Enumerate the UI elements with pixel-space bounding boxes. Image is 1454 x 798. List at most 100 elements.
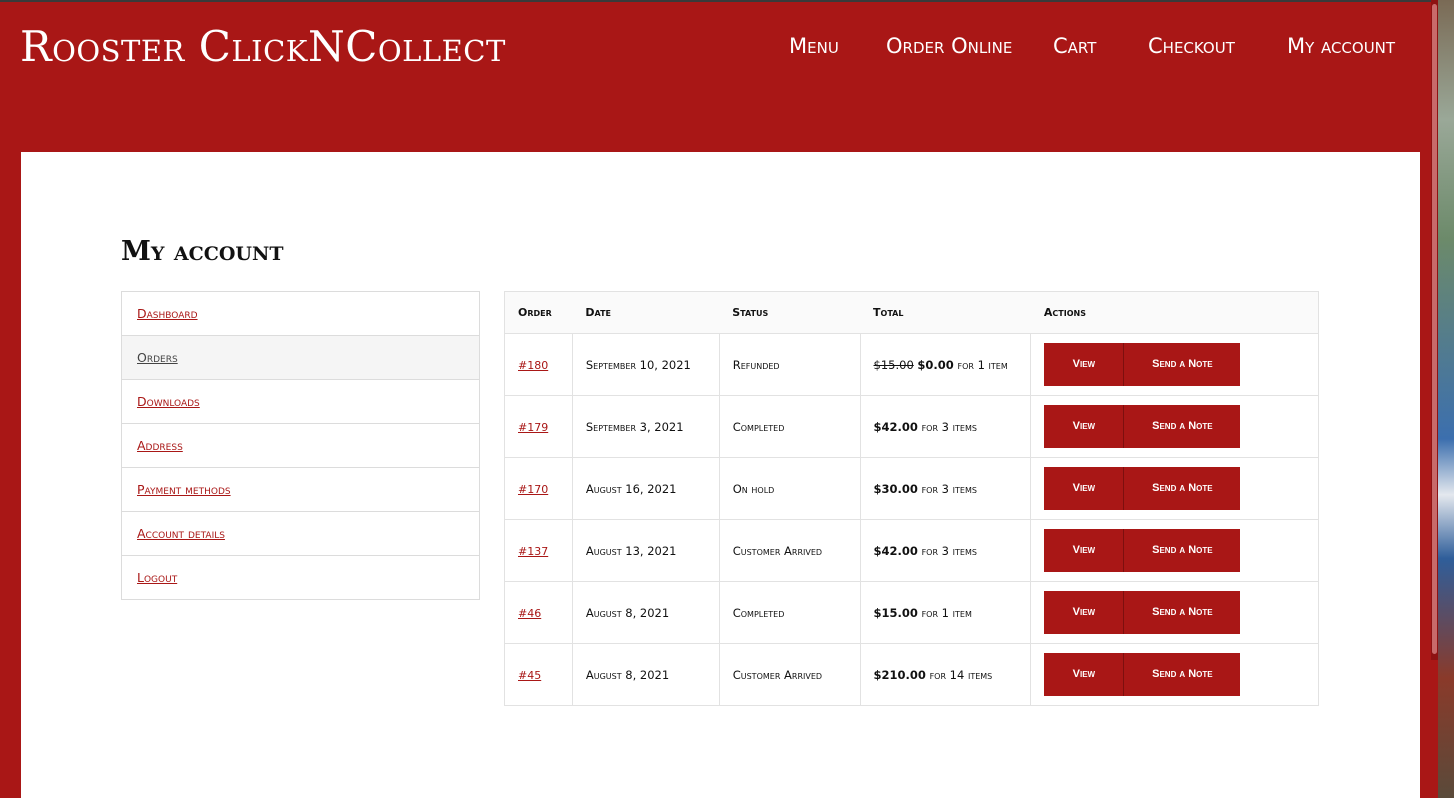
view-order-button[interactable]: View (1044, 591, 1124, 634)
column-header-total: Total (860, 291, 1031, 334)
nav-my-account[interactable]: My account (1287, 34, 1395, 58)
order-status: Customer Arrived (719, 643, 861, 706)
view-order-button[interactable]: View (1044, 529, 1124, 572)
column-header-status: Status (719, 291, 861, 334)
order-status: Completed (719, 395, 861, 458)
order-total: $15.00 (873, 605, 918, 620)
main-content: My account Dashboard Orders Downloads Ad… (21, 152, 1420, 798)
order-number-cell: #180 (504, 333, 573, 396)
order-number-cell: #137 (504, 519, 573, 582)
order-total: $0.00 (917, 357, 954, 372)
send-note-button[interactable]: Send a Note (1123, 591, 1241, 634)
order-actions-cell: View Send a Note (1030, 395, 1319, 458)
original-total: $15.00 (873, 357, 914, 372)
sidebar-item-downloads: Downloads (122, 380, 479, 424)
sidebar-link-orders[interactable]: Orders (137, 350, 178, 365)
sidebar-link-account-details[interactable]: Account details (137, 526, 225, 541)
sidebar-item-orders: Orders (122, 336, 479, 380)
sidebar-link-logout[interactable]: Logout (137, 570, 177, 585)
order-item-count: for 3 items (921, 543, 977, 558)
sidebar-item-payment-methods: Payment methods (122, 468, 479, 512)
order-actions-cell: View Send a Note (1030, 581, 1319, 644)
order-item-count: for 1 item (957, 357, 1008, 372)
order-actions-cell: View Send a Note (1030, 643, 1319, 706)
view-order-button[interactable]: View (1044, 343, 1124, 386)
order-link[interactable]: #170 (518, 483, 548, 496)
sidebar-item-account-details: Account details (122, 512, 479, 556)
account-navigation: Dashboard Orders Downloads Address Payme… (121, 291, 480, 600)
background-image-edge (1438, 0, 1454, 798)
order-item-count: for 14 items (929, 667, 993, 682)
order-total-cell: $15.00 $0.00 for 1 item (860, 333, 1032, 396)
order-link[interactable]: #45 (518, 669, 541, 682)
send-note-button[interactable]: Send a Note (1123, 343, 1241, 386)
order-number-cell: #45 (504, 643, 573, 706)
send-note-button[interactable]: Send a Note (1123, 467, 1241, 510)
order-total-cell: $42.00 for 3 items (860, 395, 1032, 458)
nav-cart[interactable]: Cart (1053, 34, 1096, 58)
page-scrollbar-thumb[interactable] (1432, 4, 1437, 654)
send-note-button[interactable]: Send a Note (1123, 405, 1241, 448)
table-row: #137 August 13, 2021 Customer Arrived $42.0… (504, 519, 1319, 582)
order-date: August 16, 2021 (572, 457, 720, 520)
order-total-cell: $42.00 for 3 items (860, 519, 1032, 582)
table-row: #45 August 8, 2021 Customer Arrived $210.00… (504, 643, 1319, 706)
view-order-button[interactable]: View (1044, 467, 1124, 510)
order-item-count: for 1 item (921, 605, 972, 620)
table-row: #170 August 16, 2021 On hold $30.00 for 3 i… (504, 457, 1319, 520)
orders-table: Order Date Status Total Actions #180 Sept… (504, 291, 1319, 706)
sidebar-link-downloads[interactable]: Downloads (137, 394, 200, 409)
column-header-order: Order (504, 291, 573, 334)
order-number-cell: #46 (504, 581, 573, 644)
order-total: $42.00 (873, 419, 918, 434)
nav-checkout[interactable]: Checkout (1148, 34, 1235, 58)
order-status: Completed (719, 581, 861, 644)
order-actions-cell: View Send a Note (1030, 333, 1319, 396)
order-total: $42.00 (873, 543, 918, 558)
order-link[interactable]: #179 (518, 421, 548, 434)
order-actions-cell: View Send a Note (1030, 519, 1319, 582)
order-number-cell: #170 (504, 457, 573, 520)
order-link[interactable]: #46 (518, 607, 541, 620)
nav-menu[interactable]: Menu (789, 34, 839, 58)
order-status: Customer Arrived (719, 519, 861, 582)
order-item-count: for 3 items (921, 419, 977, 434)
order-date: September 3, 2021 (572, 395, 720, 458)
order-actions-cell: View Send a Note (1030, 457, 1319, 520)
view-order-button[interactable]: View (1044, 405, 1124, 448)
order-total: $210.00 (873, 667, 926, 682)
sidebar-item-address: Address (122, 424, 479, 468)
sidebar-link-address[interactable]: Address (137, 438, 183, 453)
table-row: #179 September 3, 2021 Completed $42.00 for… (504, 395, 1319, 458)
send-note-button[interactable]: Send a Note (1123, 653, 1241, 696)
order-link[interactable]: #180 (518, 359, 548, 372)
sidebar-item-logout: Logout (122, 556, 479, 600)
order-item-count: for 3 items (921, 481, 977, 496)
page-title: My account (121, 236, 284, 267)
order-date: August 8, 2021 (572, 643, 720, 706)
order-total-cell: $15.00 for 1 item (860, 581, 1032, 644)
order-total-cell: $30.00 for 3 items (860, 457, 1032, 520)
order-link[interactable]: #137 (518, 545, 548, 558)
order-total-cell: $210.00 for 14 items (860, 643, 1032, 706)
send-note-button[interactable]: Send a Note (1123, 529, 1241, 572)
order-date: September 10, 2021 (572, 333, 720, 396)
order-date: August 8, 2021 (572, 581, 720, 644)
table-header-row: Order Date Status Total Actions (504, 291, 1319, 334)
column-header-date: Date (572, 291, 720, 334)
sidebar-link-dashboard[interactable]: Dashboard (137, 306, 198, 321)
sidebar-item-dashboard: Dashboard (122, 292, 479, 336)
main-nav: Menu Order Online Cart Checkout My accou… (0, 34, 1454, 64)
order-status: Refunded (719, 333, 861, 396)
order-number-cell: #179 (504, 395, 573, 458)
table-row: #46 August 8, 2021 Completed $15.00 for 1 i… (504, 581, 1319, 644)
order-total: $30.00 (873, 481, 918, 496)
order-status: On hold (719, 457, 861, 520)
order-date: August 13, 2021 (572, 519, 720, 582)
top-border (0, 0, 1454, 2)
view-order-button[interactable]: View (1044, 653, 1124, 696)
sidebar-link-payment-methods[interactable]: Payment methods (137, 482, 231, 497)
table-row: #180 September 10, 2021 Refunded $15.00 $0.… (504, 333, 1319, 396)
nav-order-online[interactable]: Order Online (886, 34, 1012, 58)
column-header-actions: Actions (1030, 291, 1319, 334)
